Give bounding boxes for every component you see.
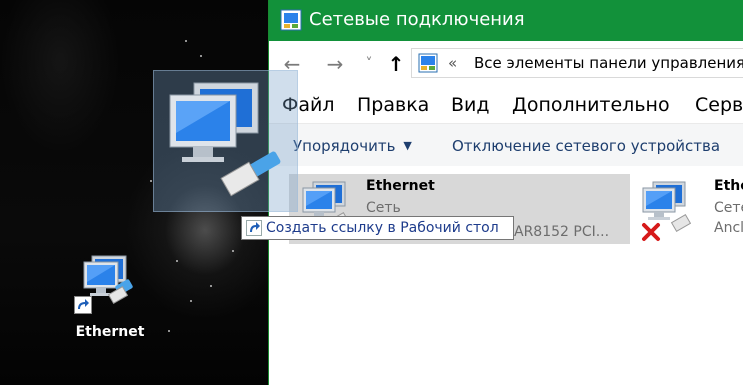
disable-device-button[interactable]: Отключение сетевого устройства: [452, 136, 720, 156]
desktop-ethernet-shortcut[interactable]: Ethernet: [70, 252, 150, 344]
connection-device: Ancl: [714, 220, 743, 236]
window-title: Сетевые подключения: [309, 9, 525, 30]
menu-advanced[interactable]: Дополнительно: [512, 92, 670, 118]
control-panel-icon: [418, 53, 438, 73]
dropdown-caret-icon: ▼: [403, 139, 412, 152]
wallpaper-speck: [232, 250, 234, 252]
drag-tooltip: Создать ссылку в Рабочий стол: [241, 216, 514, 240]
drag-tooltip-text: Создать ссылку в Рабочий стол: [266, 220, 499, 236]
organize-button[interactable]: Упорядочить ▼: [293, 136, 412, 156]
wallpaper-speck: [176, 260, 178, 262]
connection-name: Ethernet: [366, 178, 435, 194]
command-bar: Упорядочить ▼ Отключение сетевого устройс…: [269, 123, 743, 167]
up-arrow-icon[interactable]: ↑: [385, 53, 407, 75]
recent-locations-chevron-icon[interactable]: ˅: [358, 53, 380, 75]
address-path-field[interactable]: « Все элементы панели управления: [411, 48, 743, 78]
breadcrumb-path[interactable]: Все элементы панели управления: [474, 53, 743, 73]
wallpaper-speck: [150, 180, 152, 182]
organize-label: Упорядочить: [293, 137, 396, 155]
wallpaper-speck: [190, 300, 192, 302]
network-connections-window: Сетевые подключения ← → ˅ ↑ « Все элемен…: [268, 0, 743, 385]
network-connection-icon: [169, 82, 281, 197]
wallpaper-speck: [200, 55, 202, 57]
link-arrow-icon: [246, 220, 262, 236]
drag-ghost: [153, 70, 298, 212]
wallpaper-speck: [210, 285, 212, 287]
disconnected-x-icon: [642, 223, 660, 241]
desktop-icon-label: Ethernet: [75, 324, 145, 340]
menu-bar: Файл Правка Вид Дополнительно Серви: [269, 87, 743, 123]
wallpaper-speck: [185, 40, 187, 42]
control-panel-icon: [280, 9, 302, 31]
connection-item-ethernet-2[interactable]: Ethe Сете Ancl: [635, 174, 743, 244]
connection-name: Ethe: [714, 178, 743, 194]
connection-status: Сеть: [366, 200, 401, 216]
connection-status: Сете: [714, 200, 743, 216]
address-bar: ← → ˅ ↑ « Все элементы панели управления: [269, 41, 743, 87]
menu-edit[interactable]: Правка: [357, 92, 429, 118]
forward-arrow-icon[interactable]: →: [324, 53, 346, 75]
wallpaper-speck: [168, 330, 170, 332]
shortcut-arrow-icon: [74, 296, 92, 314]
window-titlebar[interactable]: Сетевые подключения: [269, 0, 743, 41]
menu-service[interactable]: Серви: [695, 92, 743, 118]
connection-device: AR8152 PCI...: [514, 224, 610, 240]
breadcrumb-overflow-icon[interactable]: «: [448, 53, 457, 73]
connections-list: Ethernet Сеть AR8152 PCI... Ethe Сете An…: [269, 166, 743, 385]
menu-view[interactable]: Вид: [451, 92, 490, 118]
